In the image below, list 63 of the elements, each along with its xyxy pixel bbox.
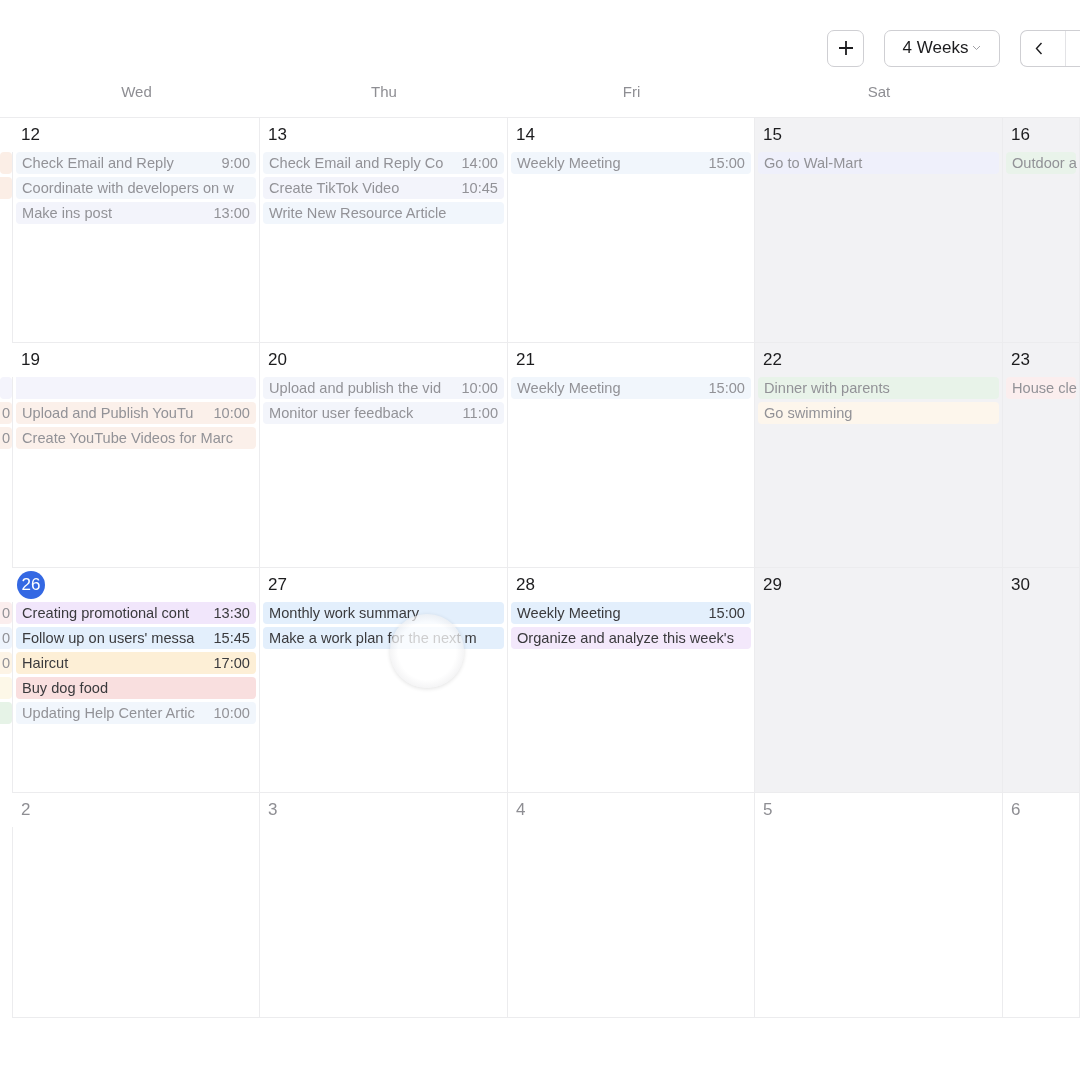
date-number: 26 — [17, 571, 45, 599]
previous-button[interactable] — [1020, 29, 1080, 67]
calendar-event[interactable]: Outdoor a — [1006, 152, 1076, 174]
chevron-left-icon — [1035, 41, 1043, 55]
date-number: 4 — [516, 800, 526, 820]
calendar-event[interactable]: Monitor user feedback 11:00 — [263, 402, 504, 424]
caret-icon — [972, 45, 982, 51]
date-number: 6 — [1011, 800, 1021, 820]
date-number: 27 — [268, 575, 287, 595]
view-select[interactable]: 4 Weeks — [884, 29, 1000, 67]
date-number: 28 — [516, 575, 535, 595]
calendar-event[interactable]: Write New Resource Article — [263, 202, 504, 224]
calendar-event[interactable]: Upload and publish the vid 10:00 — [263, 377, 504, 399]
date-number: 14 — [516, 125, 535, 145]
calendar-event[interactable]: Weekly Meeting 15:00 — [511, 152, 751, 174]
date-number: 12 — [21, 125, 40, 145]
weekday-header: Sat — [867, 83, 891, 100]
calendar-event[interactable]: Updating Help Center Artic 10:00 — [16, 702, 256, 724]
date-number: 3 — [268, 800, 278, 820]
calendar-event[interactable]: Coordinate with developers on w — [16, 177, 256, 199]
add-button[interactable] — [827, 29, 864, 67]
calendar-event[interactable]: Haircut 17:00 — [16, 652, 256, 674]
date-number: 20 — [268, 350, 287, 370]
calendar-event[interactable]: 0 — [0, 402, 12, 424]
calendar-event[interactable]: 0 — [0, 602, 12, 624]
date-number: 16 — [1011, 125, 1030, 145]
date-number: 2 — [21, 800, 31, 820]
calendar-event[interactable]: Follow up on users' messa 15:45 — [16, 627, 256, 649]
date-number: 15 — [763, 125, 782, 145]
calendar-event[interactable]: Upload and Publish YouTu 10:00 — [16, 402, 256, 424]
calendar-event[interactable]: 0 — [0, 652, 12, 674]
calendar-event[interactable] — [0, 702, 12, 724]
calendar-event[interactable]: 0 — [0, 627, 12, 649]
calendar-event[interactable]: Check Email and Reply Co 14:00 — [263, 152, 504, 174]
calendar-event[interactable]: Go swimming — [758, 402, 999, 424]
weekday-header: Fri — [622, 83, 641, 100]
date-number: 13 — [268, 125, 287, 145]
date-number: 21 — [516, 350, 535, 370]
calendar-event[interactable]: Make ins post 13:00 — [16, 202, 256, 224]
weekday-header: Wed — [121, 83, 152, 100]
calendar-event[interactable]: Weekly Meeting 15:00 — [511, 377, 751, 399]
date-number: 22 — [763, 350, 782, 370]
calendar-event[interactable]: Organize and analyze this week's — [511, 627, 751, 649]
calendar-event[interactable]: Create TikTok Video 10:45 — [263, 177, 504, 199]
calendar-event[interactable] — [0, 177, 12, 199]
calendar-event[interactable]: Create YouTube Videos for Marc — [16, 427, 256, 449]
calendar-event[interactable]: Go to Wal-Mart — [758, 152, 999, 174]
calendar-event[interactable]: House cle — [1006, 377, 1076, 399]
calendar-event[interactable] — [0, 152, 12, 174]
date-number: 30 — [1011, 575, 1030, 595]
calendar-event[interactable]: 0 — [0, 427, 12, 449]
calendar-event[interactable]: Monthly work summary — [263, 602, 504, 624]
calendar-event[interactable]: Weekly Meeting 15:00 — [511, 602, 751, 624]
calendar-event[interactable]: Buy dog food — [16, 677, 256, 699]
calendar-event[interactable]: Dinner with parents — [758, 377, 999, 399]
date-number: 23 — [1011, 350, 1030, 370]
date-number: 19 — [21, 350, 40, 370]
date-number: 5 — [763, 800, 773, 820]
date-number: 29 — [763, 575, 782, 595]
plus-icon — [836, 39, 855, 57]
calendar-event[interactable]: Creating promotional cont 13:30 — [16, 602, 256, 624]
weekday-header: Thu — [371, 83, 397, 100]
calendar-event[interactable]: Check Email and Reply 9:00 — [16, 152, 256, 174]
